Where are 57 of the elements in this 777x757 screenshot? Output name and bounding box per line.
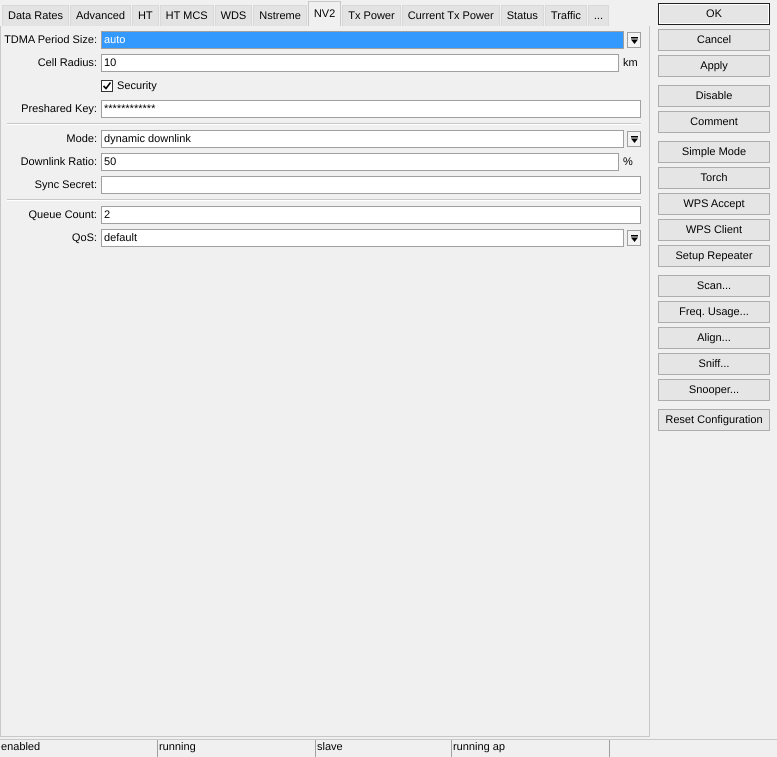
status-cell: running ap	[452, 740, 610, 757]
tab[interactable]: HT	[132, 5, 159, 26]
field-label: Mode:	[65, 133, 98, 145]
action-button[interactable]: Sniff...	[658, 353, 770, 375]
action-button[interactable]: Snooper...	[658, 379, 770, 401]
action-button[interactable]: Cancel	[658, 29, 770, 51]
action-button[interactable]: Setup Repeater	[658, 245, 770, 267]
tab[interactable]: Data Rates	[2, 5, 70, 26]
action-button[interactable]: Align...	[658, 327, 770, 349]
field-label: Sync Secret:	[34, 179, 98, 191]
input-field[interactable]: 2	[101, 206, 641, 224]
unit-label: km	[622, 57, 639, 69]
checkbox-label: Security	[117, 80, 157, 92]
field-label: Downlink Ratio:	[20, 156, 98, 168]
action-button[interactable]: Comment	[658, 111, 770, 133]
tab[interactable]: Current Tx Power	[402, 5, 500, 26]
dropdown-arrow-icon	[630, 36, 638, 44]
checkbox[interactable]	[101, 80, 113, 92]
dropdown-field[interactable]: dynamic downlink	[101, 130, 624, 148]
action-button[interactable]: OK	[658, 3, 770, 25]
input-field[interactable]	[101, 176, 641, 194]
tab[interactable]: Status	[500, 5, 544, 26]
tab[interactable]: WDS	[214, 5, 252, 26]
tab[interactable]: ...	[588, 5, 610, 26]
unit-label: %	[622, 156, 634, 168]
action-button[interactable]: Reset Configuration	[658, 409, 770, 431]
action-button[interactable]: WPS Client	[658, 219, 770, 241]
dropdown-arrow-icon	[630, 134, 638, 144]
field-label: QoS:	[70, 232, 98, 244]
tab[interactable]: Nstreme	[253, 5, 307, 26]
action-button[interactable]: Disable	[658, 85, 770, 107]
tab[interactable]: Advanced	[70, 5, 131, 26]
tab[interactable]: NV2	[308, 1, 342, 26]
action-button[interactable]: Scan...	[658, 275, 770, 297]
tab[interactable]: HT MCS	[160, 5, 214, 26]
field-label: Preshared Key:	[20, 103, 98, 115]
status-cell: enabled	[0, 740, 158, 757]
field-label: Cell Radius:	[36, 57, 98, 69]
field-label: Queue Count:	[28, 209, 98, 221]
dropdown-arrow-icon	[630, 234, 638, 242]
tab[interactable]: Tx Power	[342, 5, 401, 26]
dropdown-button[interactable]	[627, 131, 641, 147]
action-button[interactable]: Freq. Usage...	[658, 301, 770, 323]
action-button[interactable]: Apply	[658, 55, 770, 77]
field-label: TDMA Period Size:	[3, 34, 98, 46]
action-button[interactable]: WPS Accept	[658, 193, 770, 215]
action-button[interactable]: Torch	[658, 167, 770, 189]
input-field[interactable]: 10	[101, 54, 619, 72]
dropdown-button[interactable]	[627, 230, 641, 246]
dropdown-field[interactable]: default	[101, 229, 624, 247]
tab[interactable]: Traffic	[544, 5, 587, 26]
input-field[interactable]: ************	[101, 100, 641, 118]
status-cell: running	[158, 740, 316, 757]
status-cell: slave	[316, 740, 452, 757]
input-field[interactable]: 50	[101, 153, 619, 171]
action-button[interactable]: Simple Mode	[658, 141, 770, 163]
dropdown-button[interactable]	[627, 32, 641, 48]
